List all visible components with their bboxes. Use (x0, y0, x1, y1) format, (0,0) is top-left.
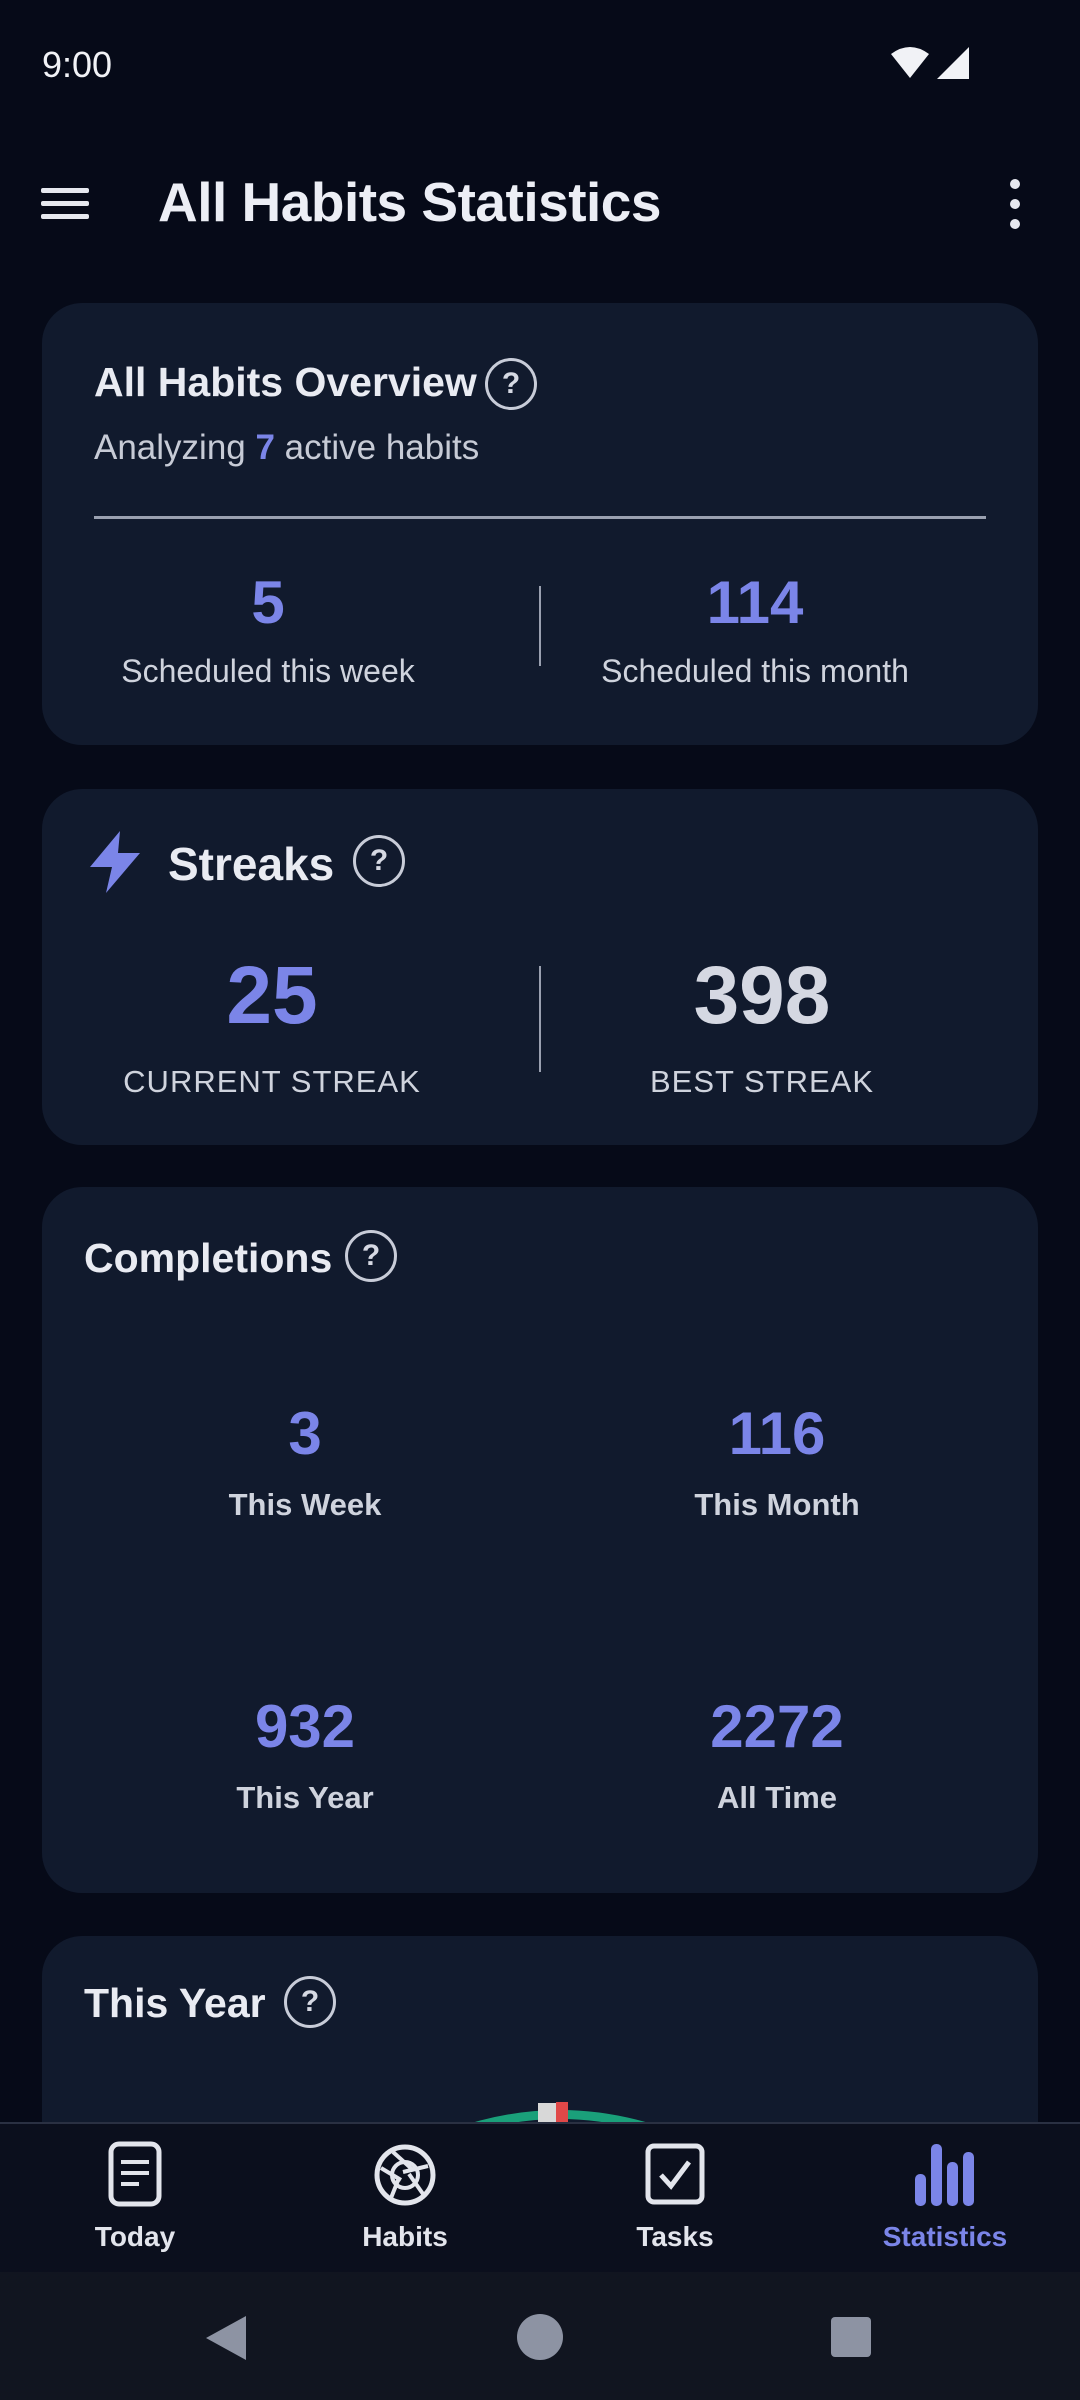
completions-help-icon[interactable]: ? (345, 1230, 397, 1282)
home-icon[interactable] (515, 2312, 565, 2362)
aperture-icon (374, 2144, 436, 2206)
completions-month-label: This Month (694, 1487, 860, 1522)
hamburger-icon (41, 188, 89, 219)
wifi-icon (891, 47, 929, 78)
bar-chart-icon (915, 2144, 974, 2206)
system-navigation-bar (0, 2272, 1080, 2400)
active-habits-count: 7 (255, 428, 275, 467)
checkbox-icon (645, 2143, 705, 2205)
completions-all-label: All Time (716, 1780, 838, 1815)
scheduled-month-label: Scheduled this month (601, 653, 909, 689)
overview-title: All Habits Overview (94, 359, 477, 405)
streaks-divider (539, 966, 541, 1072)
this-year-title: This Year (84, 1980, 266, 2026)
completions-week-value: 3 (288, 1400, 322, 1467)
status-time: 9:00 (42, 44, 113, 85)
completions-week-label: This Week (228, 1487, 382, 1522)
current-streak-value: 25 (226, 950, 318, 1041)
lightning-icon (90, 831, 140, 893)
subtitle-prefix: Analyzing (94, 428, 256, 467)
streaks-title: Streaks (168, 838, 335, 890)
nav-tasks-label: Tasks (636, 2221, 714, 2252)
scheduled-week-value: 5 (251, 569, 285, 636)
completions-year-label: This Year (236, 1780, 374, 1815)
completions-month-value: 116 (728, 1400, 826, 1467)
best-streak-label: BEST STREAK (649, 1064, 875, 1099)
streaks-card: Streaks ? 25 CURRENT STREAK 398 BEST STR… (42, 789, 1038, 1145)
completions-year-value: 932 (254, 1693, 356, 1760)
this-year-help-icon[interactable]: ? (284, 1976, 336, 2028)
nav-habits[interactable]: Habits (305, 2140, 505, 2253)
overview-divider-vertical (539, 586, 541, 666)
nav-tasks[interactable]: Tasks (575, 2140, 775, 2253)
nav-habits-label: Habits (362, 2221, 448, 2252)
scheduled-month-value: 114 (706, 569, 804, 636)
status-icons (890, 46, 970, 80)
bottom-navigation: Today Habits Tasks Statistics (0, 2122, 1080, 2274)
overview-divider (94, 516, 986, 519)
nav-statistics[interactable]: Statistics (845, 2140, 1045, 2253)
more-options-button[interactable] (990, 176, 1040, 232)
scheduled-week-label: Scheduled this week (121, 653, 415, 689)
completions-all-value: 2272 (710, 1693, 844, 1760)
subtitle-suffix: active habits (274, 428, 480, 467)
overview-card: All Habits Overview ? Analyzing 7 active… (42, 303, 1038, 745)
completions-title: Completions (84, 1235, 333, 1281)
overview-help-icon[interactable]: ? (485, 358, 537, 410)
document-icon (108, 2141, 162, 2207)
completions-card: Completions ? 3 This Week 116 This Month… (42, 1187, 1038, 1893)
menu-button[interactable] (38, 176, 94, 232)
recents-icon[interactable] (830, 2316, 872, 2358)
more-vert-icon (1010, 179, 1020, 229)
best-streak-value: 398 (693, 950, 831, 1041)
back-icon[interactable] (204, 2314, 248, 2362)
current-streak-label: CURRENT STREAK (123, 1064, 421, 1099)
nav-today[interactable]: Today (35, 2140, 235, 2253)
nav-statistics-label: Statistics (882, 2221, 1008, 2252)
page-title: All Habits Statistics (158, 171, 661, 233)
streaks-help-icon[interactable]: ? (353, 835, 405, 887)
overview-subtitle: Analyzing 7 active habits (94, 428, 479, 468)
nav-today-label: Today (94, 2221, 176, 2252)
signal-icon (937, 47, 969, 79)
